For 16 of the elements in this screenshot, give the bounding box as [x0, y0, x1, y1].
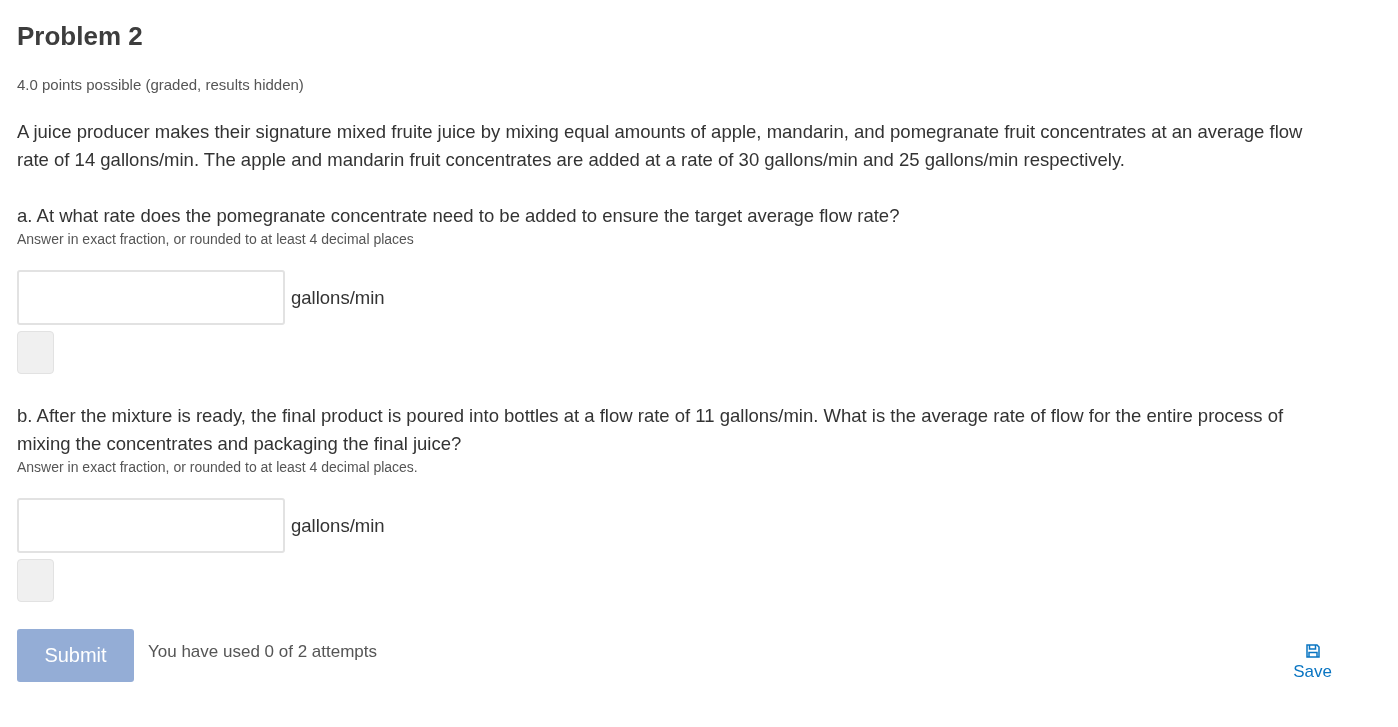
unit-label: gallons/min [291, 514, 385, 537]
status-indicator [17, 331, 54, 374]
question-text: a. At what rate does the pomegranate concentrate need to be added to ensure the target average flow rate? [17, 204, 901, 228]
answer-field[interactable] [17, 498, 285, 553]
answer-hint: Answer in exact fraction, or rounded to at least 4 decimal places [17, 231, 414, 247]
problem-text: A juice producer makes their signature mixed fruite juice by mixing equal amounts of apple, mandarin, and pomegranate fruit concentrates at an average flow rate of 14 gallons/min. The apple and mandarin fruit concentrates are added at a rate of 30 gallons/min and 25 gallons/min respectively. [17, 120, 1304, 172]
attempts-info: You have used 0 of 2 attempts [148, 642, 378, 662]
answer-hint: Answer in exact fraction, or rounded to at least 4 decimal places. [17, 459, 418, 475]
save-link[interactable]: Save [1293, 662, 1332, 682]
save-icon[interactable] [1305, 644, 1320, 658]
problem-title: Problem 2 [17, 20, 143, 52]
points-info: 4.0 points possible (graded, results hidden) [17, 76, 304, 93]
unit-label: gallons/min [291, 286, 385, 309]
question-text: b. After the mixture is ready, the final product is poured into bottles at a flow rate of 11 gallons/min. What is the average rate of flow for the entire process of mixing the concentrates and packaging the final juice? [17, 404, 1285, 456]
answer-field[interactable] [17, 270, 285, 325]
status-indicator [17, 559, 54, 602]
